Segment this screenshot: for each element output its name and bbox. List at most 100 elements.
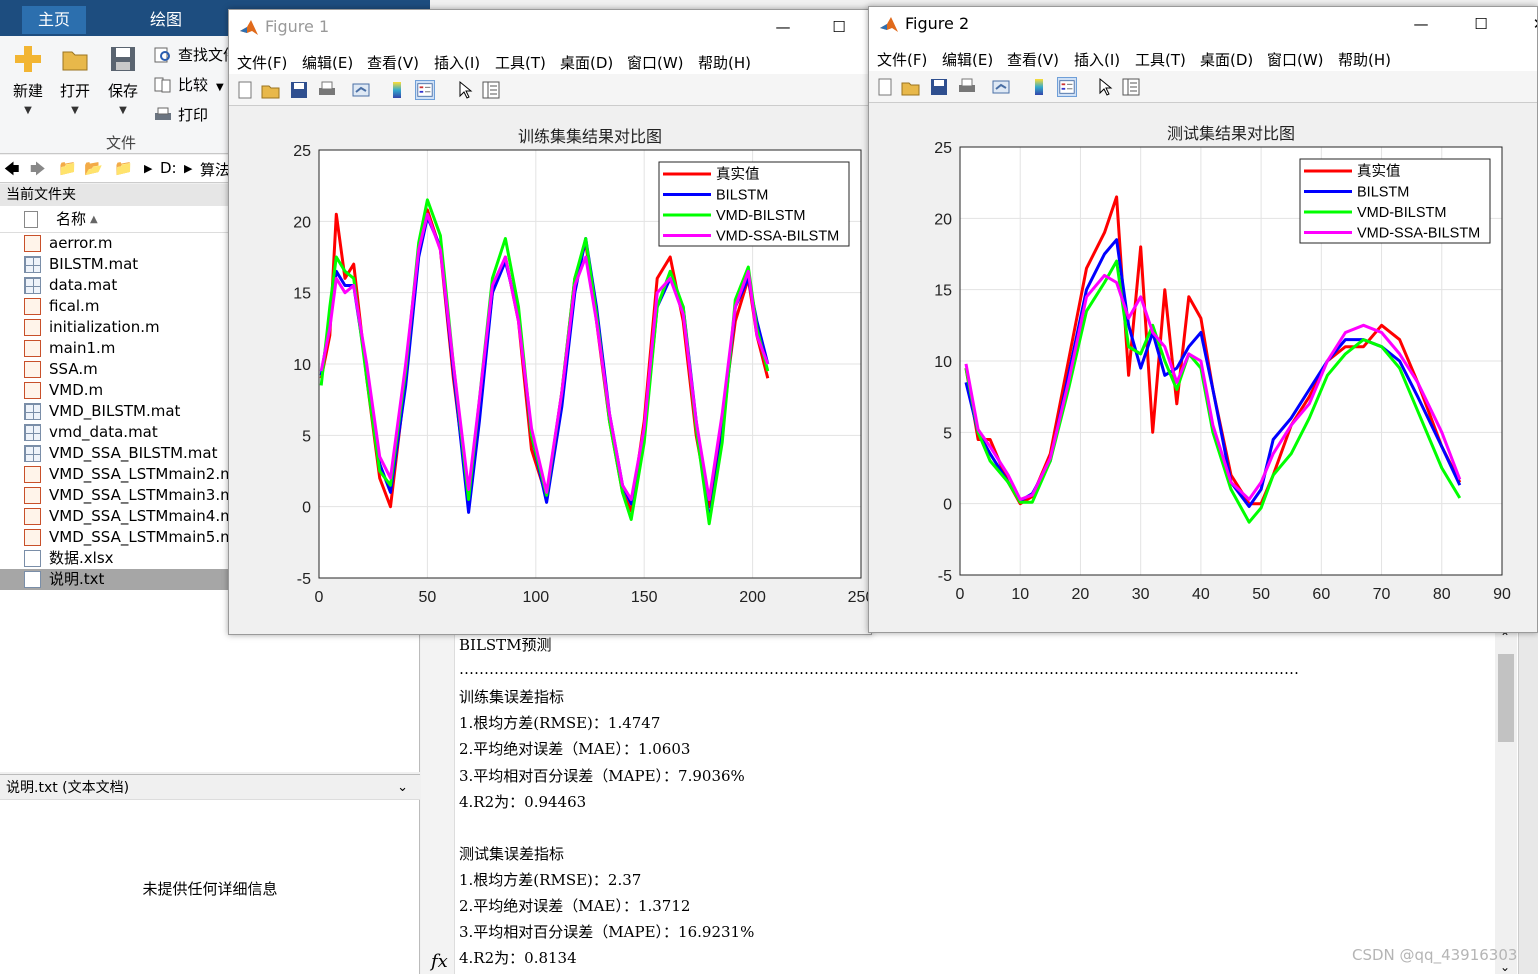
menu-item[interactable]: 桌面(D) — [1200, 49, 1253, 70]
figure-1-titlebar[interactable]: Figure 1 — ☐ — [229, 10, 871, 46]
print-button[interactable]: 打印 — [154, 102, 208, 128]
function-browser-icon[interactable]: fx — [431, 951, 448, 972]
file-name: initialization.m — [49, 318, 160, 336]
file-type-icon — [24, 211, 38, 228]
open-button[interactable]: 打开 ▼ — [53, 44, 97, 116]
file-name: data.mat — [49, 276, 118, 294]
x-tick-label: 0 — [315, 589, 324, 606]
minimize-icon[interactable]: — — [1409, 12, 1433, 36]
new-label: 新建 — [12, 82, 43, 100]
scrollbar-thumb[interactable] — [1498, 654, 1514, 742]
colorbar-icon[interactable] — [1029, 77, 1049, 97]
property-inspector-icon[interactable] — [481, 80, 501, 100]
menu-item[interactable]: 查看(V) — [367, 52, 419, 73]
new-button[interactable]: 新建 ▼ — [6, 44, 50, 116]
command-window[interactable]: fx BILSTM预测 ……………………………………………………………………………… — [421, 630, 1538, 974]
tab-plots[interactable]: 绘图 — [134, 6, 198, 34]
open-file-icon[interactable] — [261, 80, 281, 100]
close-icon[interactable]: ✕ — [1527, 12, 1537, 36]
browse-folder-icon[interactable]: 📂 — [84, 159, 103, 177]
figure-1-window[interactable]: Figure 1 — ☐ 文件(F) 编辑(E) 查看(V) 插入(I) 工具(T) 桌面… — [228, 9, 872, 635]
forward-arrow-icon[interactable]: 🡆 — [30, 159, 46, 184]
link-plot-icon[interactable] — [991, 77, 1011, 97]
up-folder-icon[interactable]: 📁 — [58, 159, 77, 177]
compare-button[interactable]: 比较 ▼ — [154, 72, 224, 98]
link-plot-icon[interactable] — [351, 80, 371, 100]
y-tick-label: 20 — [293, 214, 311, 231]
menu-item[interactable]: 桌面(D) — [560, 52, 613, 73]
file-name: VMD_SSA_LSTMmain5.m — [49, 528, 235, 546]
chart-legend[interactable]: 真实值 BILSTM VMD-BILSTM VMD-SSA-BILSTM — [1299, 158, 1491, 244]
path-drive[interactable]: D: — [160, 159, 177, 177]
pointer-icon[interactable] — [1095, 77, 1115, 97]
menu-item[interactable]: 文件(F) — [877, 49, 927, 70]
minimize-icon[interactable]: — — [771, 15, 795, 39]
menu-item[interactable]: 窗口(W) — [1267, 49, 1324, 70]
figure-1-toolbar — [229, 74, 871, 106]
maximize-icon[interactable]: ☐ — [1469, 12, 1493, 36]
menu-item[interactable]: 查看(V) — [1007, 49, 1059, 70]
menu-item[interactable]: 窗口(W) — [627, 52, 684, 73]
file-name: VMD_SSA_LSTMmain3.m — [49, 486, 235, 504]
find-files-button[interactable]: 查找文件 — [154, 42, 238, 68]
colorbar-icon[interactable] — [387, 80, 407, 100]
file-name: VMD_SSA_LSTMmain4.m — [49, 507, 235, 525]
menu-item[interactable]: 文件(F) — [237, 52, 287, 73]
command-scrollbar[interactable]: ⌃ ⌄ — [1495, 630, 1517, 974]
file-name: main1.m — [49, 339, 116, 357]
legend-entry: 真实值 — [716, 165, 760, 183]
open-file-icon[interactable] — [901, 77, 921, 97]
x-tick-label: 0 — [956, 586, 965, 603]
print-figure-icon[interactable] — [317, 80, 337, 100]
figure-2-canvas[interactable]: 0 10 20 30 40 50 60 70 80 90 -5 0 5 10 15 20 25 测试集结果对比图真… — [869, 104, 1537, 632]
figure-2-window[interactable]: Figure 2 — ☐ ✕ 文件(F) 编辑(E) 查看(V) 插入(I) 工具(T)… — [868, 6, 1538, 633]
chevron-down-icon[interactable]: ⌄ — [397, 775, 408, 801]
save-figure-icon[interactable] — [289, 80, 309, 100]
back-arrow-icon[interactable]: 🡄 — [4, 159, 20, 184]
menu-item[interactable]: 工具(T) — [1135, 49, 1186, 70]
path-folder[interactable]: 算法 — [200, 159, 230, 180]
legend-icon[interactable] — [415, 80, 435, 100]
menu-item[interactable]: 帮助(H) — [698, 52, 751, 73]
new-figure-icon[interactable] — [875, 77, 895, 97]
chart-legend[interactable]: 真实值 BILSTM VMD-BILSTM VMD-SSA-BILSTM — [658, 161, 850, 247]
legend-entry: VMD-BILSTM — [1357, 205, 1446, 221]
x-tick-label: 150 — [631, 589, 658, 606]
command-output-line: 3.平均相对百分误差（MAPE）：16.9231% — [459, 923, 755, 942]
command-output-line: BILSTM预测 — [459, 636, 552, 654]
legend-icon[interactable] — [1057, 77, 1077, 97]
menu-item[interactable]: 工具(T) — [495, 52, 546, 73]
details-panel-header[interactable]: 说明.txt (文本文档) ⌄ — [0, 774, 420, 800]
menu-item[interactable]: 帮助(H) — [1338, 49, 1391, 70]
property-inspector-icon[interactable] — [1121, 77, 1141, 97]
pointer-icon[interactable] — [455, 80, 475, 100]
new-figure-icon[interactable] — [235, 80, 255, 100]
command-output-line: 测试集误差指标 — [459, 844, 565, 863]
current-folder-title: 当前文件夹 — [0, 184, 230, 206]
menu-item[interactable]: 插入(I) — [434, 52, 480, 73]
printer-icon — [155, 107, 171, 120]
address-bar[interactable]: 🡄 🡆 📁 📂 📁 ▶ D: ▶ 算法 — [0, 155, 230, 183]
save-figure-icon[interactable] — [929, 77, 949, 97]
print-figure-icon[interactable] — [957, 77, 977, 97]
maximize-icon[interactable]: ☐ — [827, 15, 851, 39]
dropdown-arrow-icon: ▼ — [71, 105, 79, 116]
menu-item[interactable]: 编辑(E) — [302, 52, 353, 73]
figure-1-canvas[interactable]: 0 50 100 150 200 250 -5 0 5 10 15 20 25 训练集集结果对比图 真实值 B… — [229, 107, 871, 634]
menu-item[interactable]: 编辑(E) — [942, 49, 993, 70]
figure-1-menubar: 文件(F) 编辑(E) 查看(V) 插入(I) 工具(T) 桌面(D) 窗口(W) 帮助(H) — [229, 46, 871, 74]
dropdown-arrow-icon: ▼ — [216, 82, 224, 93]
save-button[interactable]: 保存 ▼ — [101, 44, 145, 116]
file-name: VMD_BILSTM.mat — [49, 402, 181, 420]
script-file-icon — [24, 529, 41, 546]
tab-home[interactable]: 主页 — [22, 6, 87, 34]
figure-2-titlebar[interactable]: Figure 2 — ☐ ✕ — [869, 7, 1537, 43]
column-header-name[interactable]: 名称 ▲ — [0, 206, 230, 233]
command-output-line: 2.平均绝对误差（MAE）：1.3712 — [459, 897, 691, 915]
y-tick-label: -5 — [297, 571, 311, 588]
x-tick-label: 30 — [1132, 586, 1150, 603]
command-output-line: 训练集误差指标 — [459, 688, 565, 707]
open-label: 打开 — [59, 82, 90, 100]
menu-item[interactable]: 插入(I) — [1074, 49, 1120, 70]
y-tick-label: 0 — [943, 497, 952, 514]
